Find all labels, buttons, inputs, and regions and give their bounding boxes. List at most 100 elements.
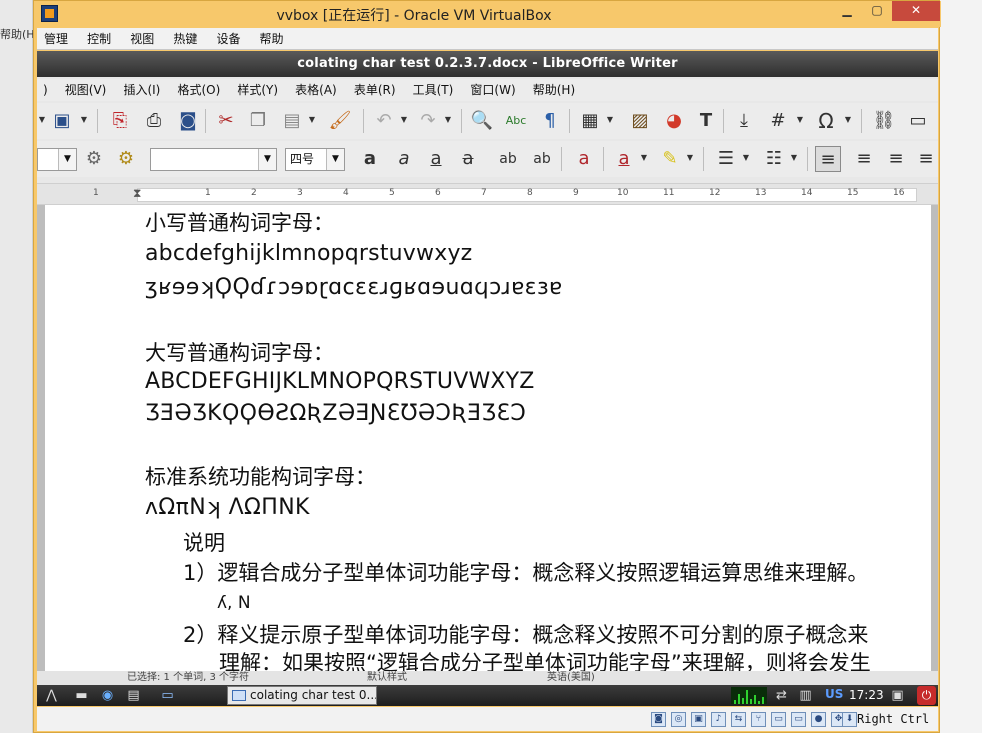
special-character-icon[interactable]: Ω — [813, 108, 839, 134]
network-adapter-icon[interactable]: ⇆ — [731, 712, 746, 727]
insert-table-icon[interactable]: ▦ — [577, 108, 603, 134]
insert-page-break-icon[interactable]: ⤓ — [731, 108, 757, 134]
copy-icon[interactable]: ❐ — [245, 108, 271, 134]
vbox-menu-hotkey[interactable]: 热键 — [166, 28, 204, 50]
writer-menu-form[interactable]: 表单(R) — [348, 79, 402, 101]
highlight-icon[interactable]: ✎ — [657, 146, 683, 172]
bold-icon[interactable]: a — [357, 146, 383, 172]
maximize-button[interactable]: ▢ — [863, 1, 891, 21]
floppy-icon[interactable]: ▣ — [691, 712, 706, 727]
field-dropdown-arrow[interactable]: ▼ — [795, 115, 805, 124]
audio-icon[interactable]: ♪ — [711, 712, 726, 727]
redo-icon[interactable]: ↷ — [415, 108, 441, 134]
keyboard-capture-icon[interactable]: ⬇ — [842, 712, 857, 727]
file-manager-icon[interactable]: ▤ — [125, 687, 142, 704]
insert-field-icon[interactable]: # — [765, 108, 791, 134]
shared-folders-icon[interactable]: ▭ — [771, 712, 786, 727]
numbered-list-dropdown-arrow[interactable]: ▼ — [789, 153, 799, 162]
print-icon[interactable]: ⎙ — [141, 108, 167, 134]
vbox-menu-help[interactable]: 帮助 — [253, 28, 291, 50]
print-preview-icon[interactable]: ◙ — [175, 108, 201, 134]
status-language[interactable]: 英语(美国) — [547, 671, 595, 685]
undo-dropdown-arrow[interactable]: ▼ — [399, 115, 409, 124]
insert-textbox-icon[interactable]: T — [693, 108, 719, 134]
display-icon[interactable]: ▭ — [791, 712, 806, 727]
optical-drive-icon[interactable]: ◎ — [671, 712, 686, 727]
footnote-icon[interactable]: ▭ — [905, 108, 931, 134]
power-icon[interactable]: ⏻ — [917, 686, 936, 705]
special-character-dropdown-arrow[interactable]: ▼ — [843, 115, 853, 124]
numbered-list-icon[interactable]: ☷ — [761, 146, 787, 172]
writer-titlebar[interactable]: colating char test 0.2.3.7.docx - LibreO… — [37, 51, 938, 77]
save-icon[interactable]: ▣ — [49, 108, 75, 134]
writer-menu-format[interactable]: 格式(O) — [171, 79, 226, 101]
status-page-style[interactable]: 默认样式 — [367, 671, 407, 685]
new-style-icon[interactable]: ⚙ — [113, 146, 139, 172]
keyboard-layout[interactable]: US — [825, 687, 843, 701]
hard-disk-icon[interactable]: ◙ — [651, 712, 666, 727]
update-style-icon[interactable]: ⚙ — [81, 146, 107, 172]
writer-menu-view[interactable]: 视图(V) — [59, 79, 113, 101]
screen-icon[interactable]: ▣ — [889, 687, 906, 704]
clock[interactable]: 17:23 — [849, 688, 884, 702]
find-replace-icon[interactable]: 🔍 — [469, 108, 495, 134]
clone-formatting-icon[interactable]: 🖌 — [327, 108, 353, 134]
close-button[interactable]: ✕ — [892, 1, 940, 21]
writer-menu-table[interactable]: 表格(A) — [289, 79, 343, 101]
spellcheck-icon[interactable]: Abc — [503, 108, 529, 134]
italic-icon[interactable]: a — [391, 146, 417, 172]
open-dropdown-arrow[interactable]: ▼ — [37, 115, 47, 124]
highlight-dropdown-arrow[interactable]: ▼ — [685, 153, 695, 162]
font-color-icon[interactable]: a — [611, 146, 637, 172]
minimize-button[interactable]: ▁ — [833, 1, 861, 21]
writer-menu-edit-partial[interactable]: ) — [37, 79, 54, 101]
bullet-list-icon[interactable]: ☰ — [713, 146, 739, 172]
underline-icon[interactable]: a — [423, 146, 449, 172]
browser-icon[interactable]: ◉ — [99, 687, 116, 704]
export-pdf-icon[interactable]: ⎘ — [107, 108, 133, 134]
clear-formatting-icon[interactable]: a — [571, 146, 597, 172]
redo-dropdown-arrow[interactable]: ▼ — [443, 115, 453, 124]
undo-icon[interactable]: ↶ — [371, 108, 397, 134]
document-area[interactable]: 小写普通构词字母： abcdefghijklmnopqrstuvwxyz ʒʁɘ… — [37, 205, 938, 671]
network-icon[interactable]: ⇄ — [773, 687, 790, 704]
bullet-list-dropdown-arrow[interactable]: ▼ — [741, 153, 751, 162]
virtualbox-titlebar[interactable]: vvbox [正在运行] - Oracle VM VirtualBox ▁ ▢ … — [34, 1, 941, 27]
formatting-marks-icon[interactable]: ¶ — [537, 108, 563, 134]
strikethrough-icon[interactable]: a — [455, 146, 481, 172]
document-page[interactable]: 小写普通构词字母： abcdefghijklmnopqrstuvwxyz ʒʁɘ… — [45, 205, 931, 671]
writer-menu-tools[interactable]: 工具(T) — [407, 79, 460, 101]
writer-menu-styles[interactable]: 样式(Y) — [231, 79, 284, 101]
indent-marker-icon[interactable]: ⧗ — [133, 186, 141, 201]
paste-icon[interactable]: ▤ — [279, 108, 305, 134]
host-help-menu[interactable]: 帮助(H — [0, 26, 35, 42]
taskbar-writer-button[interactable]: colating char test 0.... — [227, 686, 377, 705]
vbox-menu-view[interactable]: 视图 — [123, 28, 161, 50]
writer-menu-help[interactable]: 帮助(H) — [527, 79, 581, 101]
align-center-icon[interactable]: ≡ — [851, 146, 877, 172]
writer-menu-window[interactable]: 窗口(W) — [464, 79, 521, 101]
start-menu-icon[interactable]: ⋀ — [43, 687, 60, 704]
superscript-icon[interactable]: ab — [495, 146, 521, 172]
table-dropdown-arrow[interactable]: ▼ — [605, 115, 615, 124]
insert-image-icon[interactable]: ▨ — [627, 108, 653, 134]
font-size-combo[interactable]: 四号 ▼ — [285, 148, 345, 171]
save-dropdown-arrow[interactable]: ▼ — [79, 115, 89, 124]
video-capture-icon[interactable]: ● — [811, 712, 826, 727]
subscript-icon[interactable]: ab — [529, 146, 555, 172]
cut-icon[interactable]: ✂ — [213, 108, 239, 134]
vbox-menu-devices[interactable]: 设备 — [209, 28, 247, 50]
font-color-dropdown-arrow[interactable]: ▼ — [639, 153, 649, 162]
align-left-icon[interactable]: ≡ — [815, 146, 841, 172]
writer-menu-insert[interactable]: 插入(I) — [117, 79, 166, 101]
horizontal-ruler[interactable]: 1 1 2 3 4 5 6 7 8 9 10 11 12 13 14 15 16… — [37, 183, 938, 205]
paste-dropdown-arrow[interactable]: ▼ — [307, 115, 317, 124]
clipboard-icon[interactable]: ▥ — [797, 687, 814, 704]
insert-chart-icon[interactable]: ◕ — [661, 108, 687, 134]
hyperlink-icon[interactable]: ⛓ — [871, 108, 897, 134]
justify-icon[interactable]: ≡ — [913, 146, 938, 172]
paragraph-style-combo[interactable]: ▼ — [37, 148, 77, 171]
vbox-menu-manage[interactable]: 管理 — [37, 28, 75, 50]
vbox-menu-control[interactable]: 控制 — [80, 28, 118, 50]
desktop-pager-icon[interactable]: ▭ — [159, 687, 176, 704]
